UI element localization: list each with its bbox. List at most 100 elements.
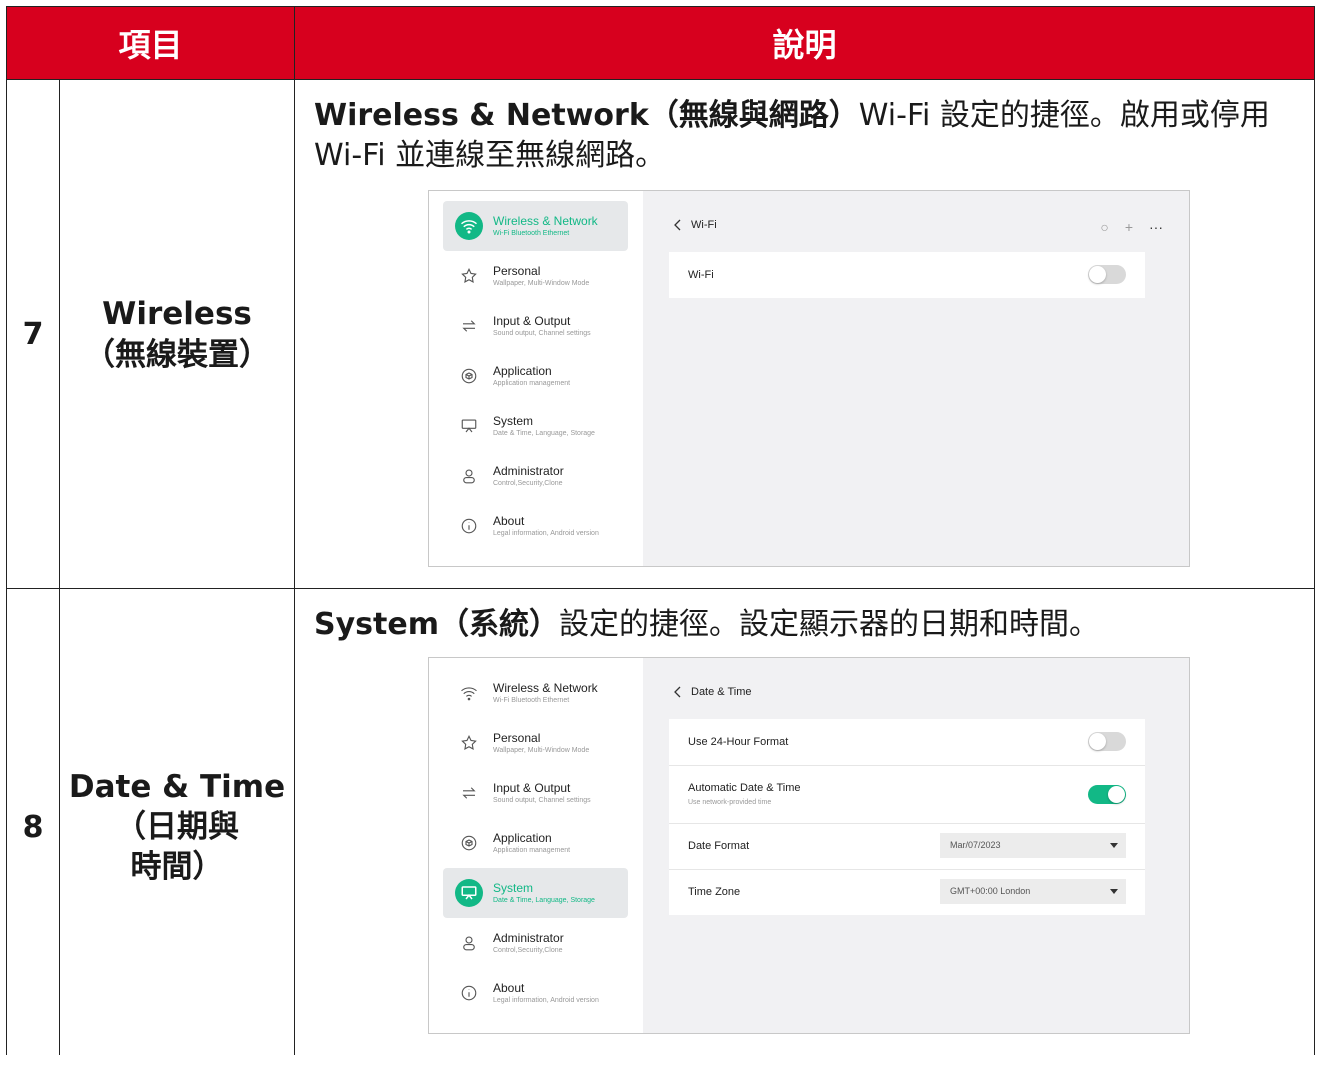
sidebar-item-title: System: [493, 414, 534, 428]
table-header: 項目 說明: [6, 6, 1315, 80]
wifi-toggle[interactable]: [1088, 265, 1126, 284]
caret-down-icon: [1110, 843, 1118, 848]
row-number: 7: [22, 317, 44, 352]
setting-label: Time Zone: [688, 886, 741, 898]
sidebar-item-personal[interactable]: Personal Wallpaper, Multi-Window Mode: [443, 251, 628, 301]
settings-sidebar: Wireless & Network Wi-Fi Bluetooth Ether…: [429, 191, 643, 566]
item-name-line3: 時間）: [130, 849, 224, 886]
row-number: 8: [22, 809, 44, 845]
sidebar-item-sub: Sound output, Channel settings: [493, 330, 591, 337]
sidebar-item-sub: Application management: [493, 380, 571, 387]
setting-row-date-format: Date Format Mar/07/2023: [669, 823, 1145, 870]
header-description: 說明: [772, 26, 837, 64]
sidebar-item-administrator[interactable]: Administrator Control,Security,Clone: [443, 451, 628, 501]
sidebar-item-title: Administrator: [493, 931, 564, 945]
sidebar-item-title: System: [493, 881, 534, 895]
description-rest: 設定的捷徑。設定顯示器的日期和時間。: [558, 607, 1099, 642]
item-name-line2: （無線裝置）: [84, 336, 270, 373]
date-format-select[interactable]: Mar/07/2023: [940, 833, 1126, 858]
setting-row-time-zone: Time Zone GMT+00:00 London: [669, 869, 1145, 915]
sidebar-item-administrator[interactable]: Administrator Control,Security,Clone: [443, 918, 628, 968]
setting-label: Date Format: [688, 840, 750, 852]
cube-icon: [455, 829, 483, 857]
settings-panel: Date & Time Use 24-Hour Format Automatic…: [643, 658, 1189, 1033]
chevron-left-icon: [674, 219, 681, 231]
monitor-icon: [455, 879, 483, 907]
sidebar-item-input-output[interactable]: Input & Output Sound output, Channel set…: [443, 301, 628, 351]
monitor-icon: [455, 412, 483, 440]
user-icon: [455, 462, 483, 490]
sidebar-item-sub: Control,Security,Clone: [493, 947, 563, 954]
item-name-line1: Date & Time: [68, 768, 286, 805]
star-icon: [455, 262, 483, 290]
back-button[interactable]: Wi-Fi: [673, 219, 717, 231]
swap-icon: [455, 779, 483, 807]
setting-label: Wi-Fi: [688, 269, 714, 281]
sidebar-item-sub: Application management: [493, 847, 571, 854]
sidebar-item-about[interactable]: About Legal information, Android version: [443, 968, 628, 1018]
sidebar-item-about[interactable]: About Legal information, Android version: [443, 501, 628, 551]
star-icon: [455, 729, 483, 757]
user-icon: [455, 929, 483, 957]
sidebar-item-sub: Date & Time, Language, Storage: [493, 897, 595, 904]
setting-label: Automatic Date & Time: [688, 782, 801, 794]
refresh-icon[interactable]: ○: [1100, 219, 1108, 235]
sidebar-item-sub: Wallpaper, Multi-Window Mode: [493, 747, 590, 754]
info-icon: [455, 979, 483, 1007]
setting-sublabel: Use network-provided time: [688, 799, 772, 806]
sidebar-item-title: Administrator: [493, 464, 564, 478]
cube-icon: [455, 362, 483, 390]
description-text: System（系統）設定的捷徑。設定顯示器的日期和時間。: [314, 605, 1304, 645]
sidebar-item-personal[interactable]: Personal Wallpaper, Multi-Window Mode: [443, 718, 628, 768]
datetime-settings-screenshot: Wireless & Network Wi-Fi Bluetooth Ether…: [428, 657, 1190, 1034]
sidebar-item-system[interactable]: System Date & Time, Language, Storage: [443, 401, 628, 451]
panel-actions: ○ + ···: [1100, 219, 1163, 235]
more-icon[interactable]: ···: [1149, 219, 1163, 235]
item-name-line1: Wireless: [102, 296, 252, 333]
info-icon: [455, 512, 483, 540]
panel-title: Date & Time: [691, 686, 752, 698]
wifi-card: Wi-Fi: [669, 252, 1145, 298]
item-name: Date & Time （日期與 時間）: [60, 589, 294, 1065]
wifi-icon: [455, 679, 483, 707]
table-row-8: 8 Date & Time （日期與 時間） System（系統）設定的捷徑。設…: [6, 589, 1315, 1055]
sidebar-item-wireless[interactable]: Wireless & Network Wi-Fi Bluetooth Ether…: [443, 668, 628, 718]
settings-sidebar: Wireless & Network Wi-Fi Bluetooth Ether…: [429, 658, 643, 1033]
sidebar-item-title: Wireless & Network: [493, 681, 598, 695]
sidebar-item-input-output[interactable]: Input & Output Sound output, Channel set…: [443, 768, 628, 818]
24h-toggle[interactable]: [1088, 732, 1126, 751]
sidebar-item-title: About: [493, 514, 525, 528]
back-button[interactable]: Date & Time: [673, 686, 752, 698]
sidebar-item-sub: Legal information, Android version: [493, 997, 599, 1004]
sidebar-item-title: Personal: [493, 731, 541, 745]
sidebar-item-title: Personal: [493, 264, 541, 278]
setting-label: Use 24-Hour Format: [688, 736, 789, 748]
sidebar-item-title: About: [493, 981, 525, 995]
datetime-card: Use 24-Hour Format Automatic Date & Time…: [669, 719, 1145, 915]
select-value: Mar/07/2023: [950, 840, 1001, 850]
setting-row-24h: Use 24-Hour Format: [669, 719, 1145, 766]
swap-icon: [455, 312, 483, 340]
sidebar-item-application[interactable]: Application Application management: [443, 351, 628, 401]
item-name-line2: （日期與: [115, 808, 239, 845]
sidebar-item-title: Wireless & Network: [493, 214, 598, 228]
sidebar-item-title: Input & Output: [493, 781, 571, 795]
sidebar-item-sub: Control,Security,Clone: [493, 480, 563, 487]
add-icon[interactable]: +: [1125, 219, 1133, 235]
sidebar-item-wireless[interactable]: Wireless & Network Wi-Fi Bluetooth Ether…: [443, 201, 628, 251]
chevron-left-icon: [674, 686, 681, 698]
table-row-7: 7 Wireless （無線裝置） Wireless & Network（無線與…: [6, 80, 1315, 589]
header-item: 項目: [118, 26, 183, 64]
sidebar-item-system[interactable]: System Date & Time, Language, Storage: [443, 868, 628, 918]
item-name: Wireless （無線裝置）: [60, 80, 294, 589]
sidebar-item-application[interactable]: Application Application management: [443, 818, 628, 868]
select-value: GMT+00:00 London: [950, 886, 1031, 896]
sidebar-item-sub: Date & Time, Language, Storage: [493, 430, 595, 437]
sidebar-item-title: Application: [493, 831, 552, 845]
time-zone-select[interactable]: GMT+00:00 London: [940, 879, 1126, 904]
setting-row-wifi: Wi-Fi: [669, 252, 1145, 298]
sidebar-item-sub: Wi-Fi Bluetooth Ethernet: [493, 230, 570, 237]
panel-title: Wi-Fi: [691, 219, 717, 231]
description-bold: System（系統）: [314, 607, 559, 642]
auto-datetime-toggle[interactable]: [1088, 785, 1126, 804]
